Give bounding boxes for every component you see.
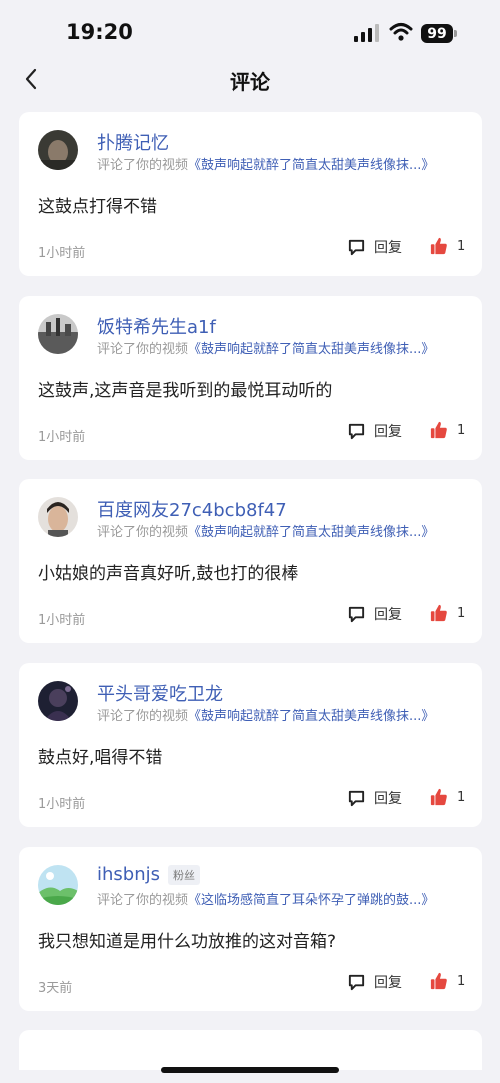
video-prefix: 评论了你的视频 <box>97 893 189 908</box>
comment-bubble-icon <box>348 423 365 439</box>
reply-label: 回复 <box>374 791 402 807</box>
battery-indicator: 99 <box>421 24 453 43</box>
comment-time: 1小时前 <box>38 430 86 445</box>
video-prefix: 评论了你的视频 <box>97 342 189 357</box>
video-title-link[interactable]: 《鼓声响起就醉了简直太甜美声线像抹...》 <box>188 158 434 173</box>
like-button[interactable]: 1 <box>430 972 465 990</box>
video-reference: 评论了你的视频《这临场感简直了耳朵怀孕了弹跳的鼓...》 <box>97 889 434 908</box>
video-reference: 评论了你的视频《鼓声响起就醉了简直太甜美声线像抹...》 <box>97 705 434 724</box>
comment-card[interactable]: 平头哥爱吃卫龙 评论了你的视频《鼓声响起就醉了简直太甜美声线像抹...》 鼓点好… <box>19 663 482 827</box>
like-button[interactable]: 1 <box>430 788 465 806</box>
comment-time: 1小时前 <box>38 246 86 261</box>
comment-text: 这鼓点打得不错 <box>38 197 157 217</box>
reply-button[interactable]: 回复 <box>347 421 402 441</box>
username-row: ihsbnjs 粉丝 <box>97 864 200 885</box>
reply-label: 回复 <box>374 240 402 256</box>
avatar[interactable] <box>38 130 78 170</box>
username-row: 饭特希先生a1f <box>97 313 216 339</box>
home-indicator[interactable] <box>161 1067 339 1073</box>
reply-button[interactable]: 回复 <box>347 972 402 992</box>
thumbs-up-icon <box>430 237 447 255</box>
reply-label: 回复 <box>374 607 402 623</box>
comment-bubble-icon <box>348 790 365 806</box>
signal-icon <box>354 24 379 42</box>
video-title-link[interactable]: 《鼓声响起就醉了简直太甜美声线像抹...》 <box>188 525 434 540</box>
battery-level: 99 <box>427 25 447 42</box>
avatar[interactable] <box>38 314 78 354</box>
reply-button[interactable]: 回复 <box>347 788 402 808</box>
video-prefix: 评论了你的视频 <box>97 709 189 724</box>
status-time: 19:20 <box>66 20 133 44</box>
avatar[interactable] <box>38 681 78 721</box>
like-count: 1 <box>457 238 466 254</box>
comment-bubble-icon <box>348 239 365 255</box>
thumbs-up-icon <box>430 421 447 439</box>
comment-card[interactable]: 扑腾记忆 评论了你的视频《鼓声响起就醉了简直太甜美声线像抹...》 这鼓点打得不… <box>19 112 482 276</box>
video-reference: 评论了你的视频《鼓声响起就醉了简直太甜美声线像抹...》 <box>97 338 434 357</box>
reply-label: 回复 <box>374 975 402 991</box>
page-title: 评论 <box>230 70 270 94</box>
video-title-link[interactable]: 《鼓声响起就醉了简直太甜美声线像抹...》 <box>188 709 434 724</box>
video-title-link[interactable]: 《这临场感简直了耳朵怀孕了弹跳的鼓...》 <box>188 893 434 908</box>
nav-bar: 评论 <box>0 58 500 102</box>
thumbs-up-icon <box>430 972 447 990</box>
comment-card[interactable]: 百度网友27c4bcb8f47 评论了你的视频《鼓声响起就醉了简直太甜美声线像抹… <box>19 479 482 643</box>
status-bar: 19:20 99 <box>0 0 500 60</box>
comment-time: 3天前 <box>38 981 73 996</box>
video-reference: 评论了你的视频《鼓声响起就醉了简直太甜美声线像抹...》 <box>97 154 434 173</box>
thumbs-up-icon <box>430 604 447 622</box>
like-count: 1 <box>457 973 466 989</box>
video-reference: 评论了你的视频《鼓声响起就醉了简直太甜美声线像抹...》 <box>97 521 434 540</box>
reply-button[interactable]: 回复 <box>347 604 402 624</box>
username-row: 平头哥爱吃卫龙 <box>97 680 223 706</box>
reply-label: 回复 <box>374 424 402 440</box>
comment-time: 1小时前 <box>38 797 86 812</box>
comment-text: 小姑娘的声音真好听,鼓也打的很棒 <box>38 564 299 584</box>
like-count: 1 <box>457 789 466 805</box>
like-count: 1 <box>457 605 466 621</box>
username[interactable]: 饭特希先生a1f <box>97 313 216 339</box>
like-button[interactable]: 1 <box>430 421 465 439</box>
username[interactable]: 百度网友27c4bcb8f47 <box>97 496 287 522</box>
like-button[interactable]: 1 <box>430 237 465 255</box>
battery-tip <box>454 30 457 37</box>
video-prefix: 评论了你的视频 <box>97 158 189 173</box>
comment-text: 我只想知道是用什么功放推的这对音箱? <box>38 932 337 952</box>
comment-bubble-icon <box>348 606 365 622</box>
video-prefix: 评论了你的视频 <box>97 525 189 540</box>
username-row: 百度网友27c4bcb8f47 <box>97 496 287 522</box>
fan-badge: 粉丝 <box>168 864 200 885</box>
username[interactable]: 平头哥爱吃卫龙 <box>97 680 223 706</box>
username-row: 扑腾记忆 <box>97 129 169 155</box>
comment-text: 鼓点好,唱得不错 <box>38 748 163 768</box>
like-count: 1 <box>457 422 466 438</box>
reply-button[interactable]: 回复 <box>347 237 402 257</box>
avatar[interactable] <box>38 497 78 537</box>
comment-card-partial[interactable] <box>19 1030 482 1070</box>
comment-card[interactable]: 饭特希先生a1f 评论了你的视频《鼓声响起就醉了简直太甜美声线像抹...》 这鼓… <box>19 296 482 460</box>
username[interactable]: ihsbnjs <box>97 864 160 885</box>
wifi-icon <box>389 23 413 41</box>
like-button[interactable]: 1 <box>430 604 465 622</box>
comment-text: 这鼓声,这声音是我听到的最悦耳动听的 <box>38 381 333 401</box>
video-title-link[interactable]: 《鼓声响起就醉了简直太甜美声线像抹...》 <box>188 342 434 357</box>
username[interactable]: 扑腾记忆 <box>97 129 169 155</box>
comment-bubble-icon <box>348 974 365 990</box>
avatar[interactable] <box>38 865 78 905</box>
thumbs-up-icon <box>430 788 447 806</box>
comment-time: 1小时前 <box>38 613 86 628</box>
comment-card[interactable]: ihsbnjs 粉丝 评论了你的视频《这临场感简直了耳朵怀孕了弹跳的鼓...》 … <box>19 847 482 1011</box>
